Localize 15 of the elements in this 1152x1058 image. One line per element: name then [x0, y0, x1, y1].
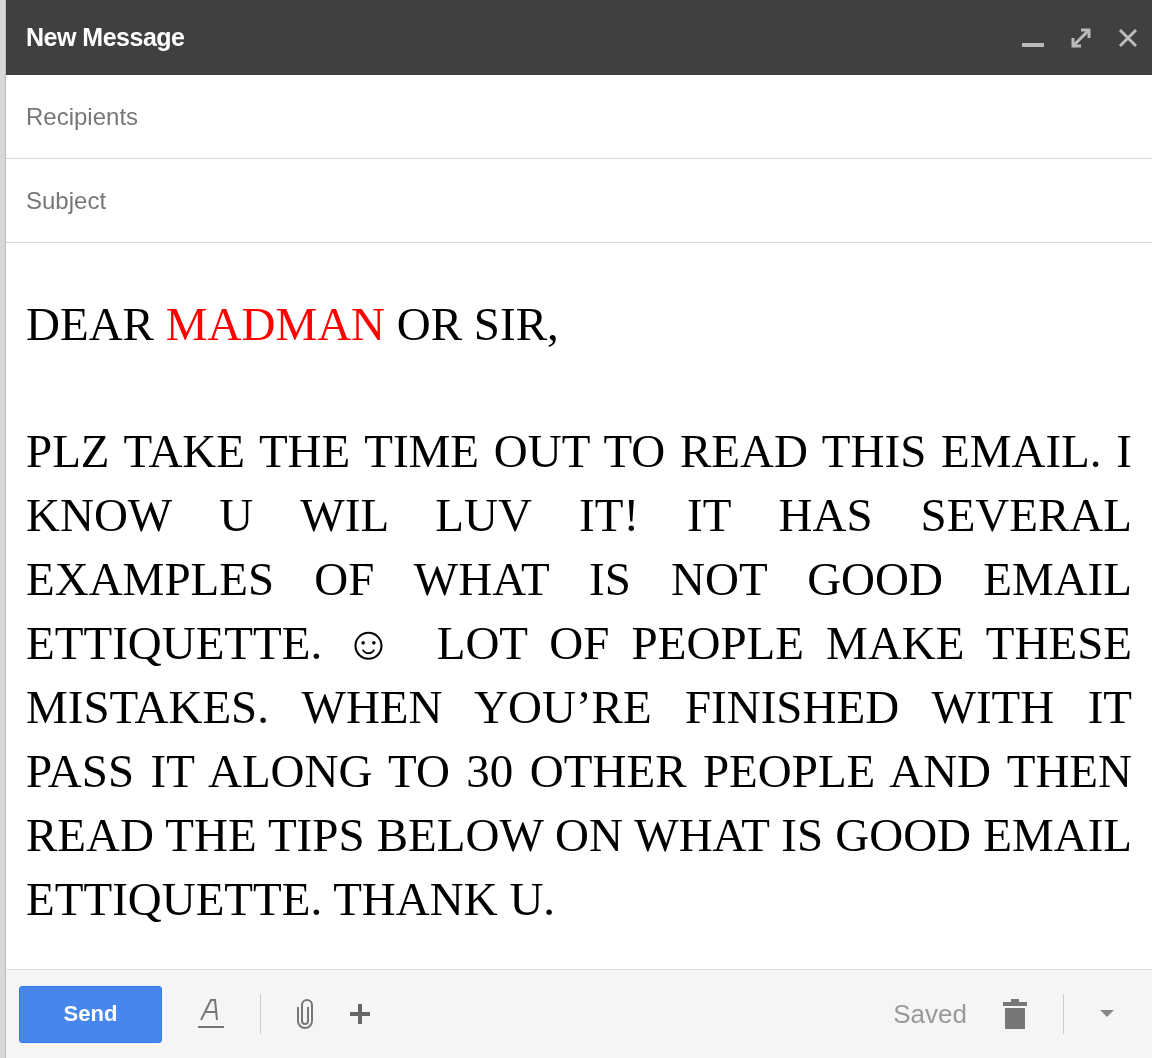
- paperclip-icon[interactable]: [297, 999, 313, 1029]
- close-icon[interactable]: [1118, 27, 1138, 48]
- plus-icon[interactable]: [349, 1003, 371, 1025]
- window-title: New Message: [26, 23, 185, 52]
- message-paragraph: PLZ TAKE THE TIME OUT TO READ THIS EMAIL. I KNOW U WIL LUV IT! IT HAS SEVERAL EXAMPLES OF WHAT IS NOT GOOD EMAIL ETTIQUETTE. ☺ LOT OF PEOPLE MAKE THESE MISTAKES. WHEN YOU’RE FINISHED WITH IT PASS IT ALONG TO 30 OTHER PEOPLE AND THEN READ THE TIPS BELOW ON WHAT IS GOOD EMAIL ETTIQUETTE. THANK U.: [26, 424, 1132, 927]
- expand-icon[interactable]: [1070, 26, 1092, 49]
- recipients-field[interactable]: Recipients: [24, 101, 1134, 132]
- dropdown-caret-icon[interactable]: [1100, 1010, 1114, 1018]
- text-format-icon[interactable]: [198, 998, 224, 1030]
- greeting-text: DEAR MADMAN OR SIR,: [26, 297, 560, 352]
- send-button[interactable]: Send: [19, 985, 162, 1043]
- subject-field[interactable]: Subject: [24, 185, 1134, 216]
- minimize-icon[interactable]: [1022, 42, 1044, 49]
- saved-status: Saved: [893, 998, 967, 1030]
- trash-icon[interactable]: [1003, 999, 1027, 1029]
